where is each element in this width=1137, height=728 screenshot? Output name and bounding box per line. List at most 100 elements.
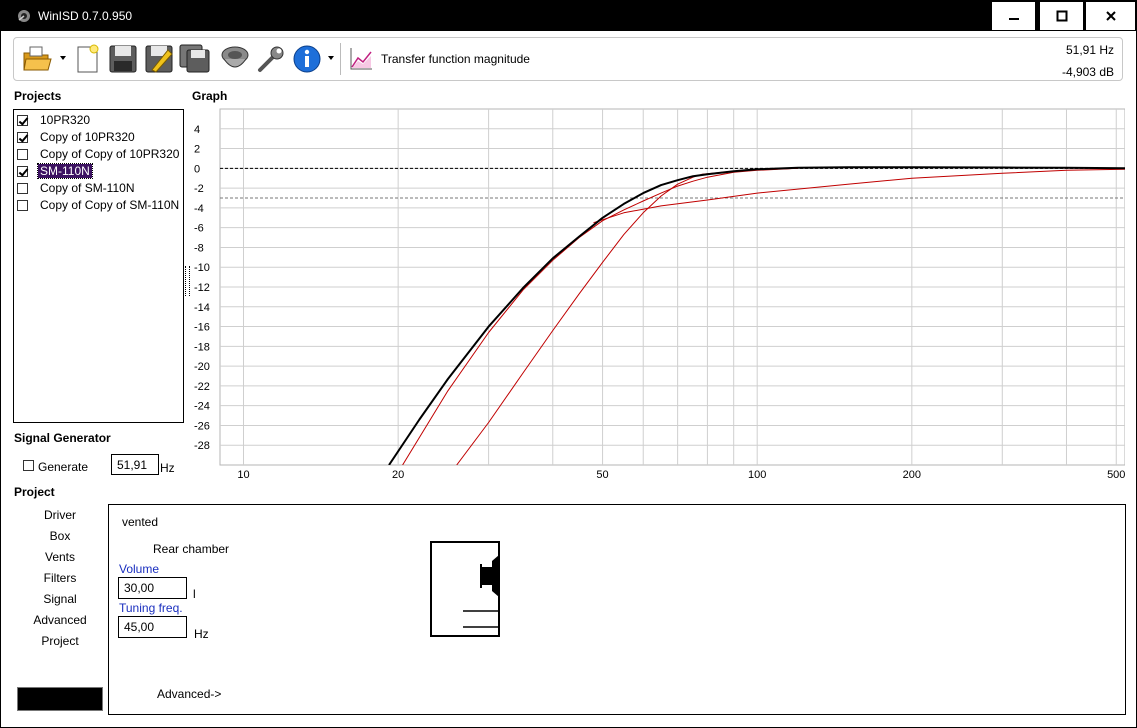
projects-heading: Projects: [14, 89, 62, 103]
window-title: WinISD 0.7.0.950: [38, 9, 133, 23]
volume-input[interactable]: [118, 577, 187, 599]
project-checkbox[interactable]: [17, 114, 28, 126]
tools-button[interactable]: [254, 42, 288, 76]
project-panel: vented Rear chamber Volume l Tuning freq…: [108, 504, 1126, 715]
project-item-4[interactable]: SM-110N: [17, 163, 93, 179]
project-name: 10PR320: [40, 113, 91, 127]
project-checkbox[interactable]: [17, 131, 28, 143]
volume-label: Volume: [119, 562, 160, 576]
open-dropdown-caret[interactable]: [60, 56, 66, 60]
app-window: WinISD 0.7.0.950 Transfer function magni…: [0, 0, 1137, 728]
project-item-5[interactable]: Copy of SM-110N: [17, 180, 136, 196]
project-color-swatch[interactable]: [17, 687, 103, 711]
toolbar: Transfer function magnitude 51,91 Hz -4,…: [13, 37, 1123, 81]
new-document-icon: [77, 44, 99, 73]
save-button[interactable]: [106, 42, 140, 76]
minimize-icon: [1008, 18, 1019, 20]
new-button[interactable]: [70, 42, 104, 76]
graph-icon: [350, 48, 372, 70]
project-item-6[interactable]: Copy of Copy of SM-110N: [17, 197, 181, 213]
y-tick-label: -28: [194, 440, 210, 452]
open-button[interactable]: [20, 42, 54, 76]
save-all-button[interactable]: [178, 42, 212, 76]
save-icon: [109, 45, 137, 73]
y-tick-label: -2: [194, 183, 204, 195]
x-tick-label: 200: [903, 469, 921, 481]
graph-panel[interactable]: 4 2 0 -2 -4 -6 -8 -10 -12 -14 -16 -18 -20 -22 -24 -26 -2…: [185, 105, 1126, 485]
y-tick-label: 0: [194, 163, 200, 175]
y-tick-label: -6: [194, 223, 204, 235]
nav-driver[interactable]: Driver: [15, 508, 105, 522]
readout-level: -4,903 dB: [1061, 65, 1114, 79]
save-as-icon: [145, 45, 173, 73]
y-tick-label: 2: [194, 144, 200, 156]
y-tick-label: -24: [194, 401, 210, 413]
graph-type-button[interactable]: [346, 42, 376, 76]
nav-signal[interactable]: Signal: [15, 592, 105, 606]
vented-box-diagram-icon: [430, 541, 500, 637]
minimize-button[interactable]: [991, 2, 1035, 30]
rear-chamber-label: Rear chamber: [153, 542, 230, 556]
readout-frequency: 51,91 Hz: [1065, 43, 1114, 57]
volume-unit: l: [193, 587, 196, 601]
y-tick-label: -14: [194, 302, 210, 314]
maximize-button[interactable]: [1039, 2, 1083, 30]
y-tick-label: -12: [194, 282, 210, 294]
project-item-3[interactable]: Copy of Copy of 10PR320: [17, 146, 181, 162]
graph-heading: Graph: [192, 89, 228, 103]
y-tick-label: -22: [194, 381, 210, 393]
signal-frequency-input[interactable]: [111, 454, 159, 475]
toolbar-separator: [340, 43, 341, 75]
graph-type-label[interactable]: Transfer function magnitude: [381, 52, 530, 66]
projects-list[interactable]: 10PR320 Copy of 10PR320 Copy of Copy of …: [13, 109, 184, 423]
advanced-link[interactable]: Advanced->: [157, 687, 221, 701]
save-as-button[interactable]: [142, 42, 176, 76]
project-checkbox[interactable]: [17, 182, 28, 194]
project-checkbox[interactable]: [17, 199, 28, 211]
generate-label: Generate: [38, 460, 89, 474]
nav-box[interactable]: Box: [15, 529, 105, 543]
nav-project[interactable]: Project: [15, 634, 105, 648]
project-item-2[interactable]: Copy of 10PR320: [17, 129, 137, 145]
x-tick-label: 20: [392, 469, 404, 481]
close-icon: [1105, 11, 1116, 21]
nav-filters[interactable]: Filters: [15, 571, 105, 585]
tuning-freq-label: Tuning freq.: [119, 601, 183, 615]
maximize-icon: [1056, 10, 1067, 22]
info-icon: [293, 45, 321, 73]
x-tick-label: 500: [1107, 469, 1125, 481]
y-tick-label: -10: [194, 262, 210, 274]
info-button[interactable]: [290, 42, 324, 76]
box-type-label: vented: [122, 515, 159, 529]
project-heading: Project: [14, 485, 55, 499]
close-button[interactable]: [1085, 2, 1135, 30]
nav-vents[interactable]: Vents: [15, 550, 105, 564]
tuning-freq-input[interactable]: [118, 616, 187, 638]
project-item-1[interactable]: 10PR320: [17, 112, 92, 128]
x-tick-label: 50: [596, 469, 608, 481]
y-tick-label: 4: [194, 124, 200, 136]
nav-advanced[interactable]: Advanced: [15, 613, 105, 627]
project-checkbox[interactable]: [17, 165, 28, 177]
app-logo-icon: [18, 10, 30, 22]
y-tick-label: -26: [194, 420, 210, 432]
y-tick-label: -18: [194, 341, 210, 353]
project-checkbox[interactable]: [17, 148, 28, 160]
signal-frequency-unit: Hz: [160, 461, 175, 475]
generate-checkbox[interactable]: [23, 460, 34, 471]
x-tick-label: 100: [748, 469, 766, 481]
project-name: Copy of 10PR320: [40, 130, 135, 144]
transfer-function-chart[interactable]: 420-2-4-6-8-10-12-14-16-18-20-22-24-26-2…: [185, 105, 1126, 485]
project-name: Copy of SM-110N: [40, 181, 135, 195]
project-name: SM-110N: [37, 163, 93, 179]
wrench-icon: [258, 46, 284, 72]
title-bar: WinISD 0.7.0.950: [1, 1, 1136, 31]
info-dropdown-caret[interactable]: [328, 56, 334, 60]
y-tick-label: -4: [194, 203, 204, 215]
driver-editor-button[interactable]: [218, 42, 252, 76]
driver-icon: [221, 46, 249, 68]
project-name: Copy of Copy of SM-110N: [40, 198, 180, 212]
y-tick-label: -20: [194, 361, 210, 373]
y-tick-label: -16: [194, 322, 210, 334]
open-folder-icon: [23, 46, 52, 71]
